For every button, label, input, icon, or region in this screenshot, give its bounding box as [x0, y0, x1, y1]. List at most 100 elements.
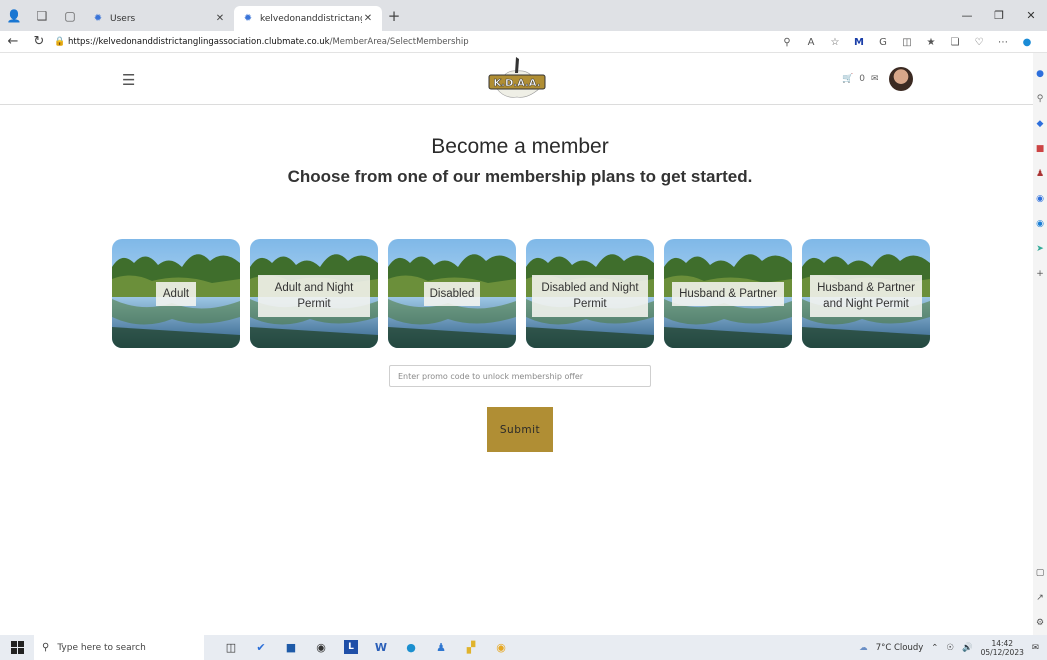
tab-users[interactable]: ✹ Users ✕ — [84, 6, 234, 31]
close-window-icon[interactable]: ✕ — [1015, 0, 1047, 31]
extension-g-icon[interactable]: G — [871, 37, 895, 48]
plan-label: Disabled — [424, 282, 480, 306]
site-favicon-icon: ✹ — [93, 13, 103, 24]
app-people-icon[interactable]: ♟ — [426, 635, 456, 660]
sidebar-settings-icon[interactable]: ⚙ — [1033, 610, 1047, 635]
url-field[interactable]: 🔒 https://kelvedonanddistrictanglingasso… — [54, 33, 764, 51]
sidebar-spacer — [1033, 286, 1047, 560]
extension-m-icon[interactable]: M — [847, 37, 871, 48]
edge-browser-icon[interactable]: ● — [396, 635, 426, 660]
browser-tab-bar: 👤 ❑ ▢ ✹ Users ✕ ✹ kelvedonanddistrictang… — [0, 0, 1047, 31]
sidebar-external-icon[interactable]: ↗ — [1033, 585, 1047, 610]
notifications-icon[interactable]: ✉ — [1032, 643, 1039, 653]
new-tab-button[interactable]: + — [382, 7, 406, 25]
page-title: Become a member — [431, 135, 609, 158]
weather-text[interactable]: 7°C Cloudy — [876, 643, 924, 653]
hamburger-menu-icon[interactable]: ☰ — [122, 71, 135, 89]
word-icon[interactable]: W — [366, 635, 396, 660]
app-briefcase-icon[interactable]: ■ — [276, 635, 306, 660]
taskbar-clock[interactable]: 14:42 05/12/2023 — [981, 639, 1024, 657]
browser-toolbar: ⚲ A ☆ M G ◫ ★ ❏ ♡ ⋯ ● — [775, 31, 1039, 53]
kdaa-logo[interactable]: K.D.A.A. — [483, 55, 551, 101]
tab-label: kelvedonanddistrictanglingassoc — [260, 13, 362, 24]
profile-icon[interactable]: 👤 — [0, 0, 28, 31]
tab-label: Users — [110, 13, 136, 24]
sidebar-send-icon[interactable]: ➤ — [1033, 236, 1047, 261]
app-chrome-icon[interactable]: ◉ — [486, 635, 516, 660]
plan-card-disabled-night[interactable]: Disabled and Night Permit — [526, 239, 654, 348]
tab-close-icon[interactable]: ✕ — [362, 13, 374, 24]
volume-icon[interactable]: 🔊 — [962, 643, 973, 653]
membership-plans: Adult Adult and Night Permit Disabled Di… — [112, 239, 930, 348]
copilot-icon[interactable]: ● — [1015, 37, 1039, 48]
plan-card-husband-partner[interactable]: Husband & Partner — [664, 239, 792, 348]
tab-actions-icon[interactable]: ▢ — [56, 0, 84, 31]
windows-start-icon[interactable] — [0, 641, 34, 654]
header-actions: 🛒 0 ✉ — [842, 67, 913, 91]
minimize-icon[interactable]: — — [951, 0, 983, 31]
app-github-icon[interactable]: ◉ — [306, 635, 336, 660]
windows-taskbar: ⚲ Type here to search ◫ ✔ ■ ◉ L W ● ♟ ▞ … — [0, 635, 1047, 660]
url-path: /MemberArea/SelectMembership — [329, 36, 469, 47]
plan-label: Husband & Partner and Night Permit — [810, 275, 922, 317]
read-aloud-icon[interactable]: A — [799, 37, 823, 48]
favorites-icon[interactable]: ★ — [919, 37, 943, 48]
page-content: ☰ K.D.A.A. 🛒 0 ✉ Become a member Choose … — [0, 53, 1033, 635]
promo-code-input[interactable] — [389, 365, 651, 387]
sidebar-outlook-icon[interactable]: ◉ — [1033, 211, 1047, 236]
basket-icon[interactable]: 🛒 — [842, 74, 853, 84]
search-page-icon[interactable]: ⚲ — [775, 37, 799, 48]
url-host: https://kelvedonanddistrictanglingassoci… — [68, 36, 330, 47]
tab-close-icon[interactable]: ✕ — [214, 13, 226, 24]
tab-kdaa[interactable]: ✹ kelvedonanddistrictanglingassoc ✕ — [234, 6, 382, 31]
sidebar-office-icon[interactable]: ◉ — [1033, 186, 1047, 211]
workspaces-icon[interactable]: ❑ — [28, 0, 56, 31]
plan-label: Adult — [156, 282, 196, 306]
more-menu-icon[interactable]: ⋯ — [991, 37, 1015, 48]
taskbar-search[interactable]: ⚲ Type here to search — [34, 635, 204, 660]
site-header: ☰ K.D.A.A. 🛒 0 ✉ — [0, 53, 1033, 105]
lock-icon[interactable]: 🔒 — [54, 37, 68, 47]
address-bar-row: ← ↻ 🔒 https://kelvedonanddistrictangling… — [0, 31, 1047, 53]
basket-count: 0 — [859, 74, 865, 84]
search-icon: ⚲ — [42, 642, 50, 653]
plan-label: Adult and Night Permit — [258, 275, 370, 317]
plan-card-adult-night[interactable]: Adult and Night Permit — [250, 239, 378, 348]
plan-card-adult[interactable]: Adult — [112, 239, 240, 348]
todo-check-icon[interactable]: ✔ — [246, 635, 276, 660]
split-screen-icon[interactable]: ◫ — [895, 37, 919, 48]
sidebar-discover-icon[interactable]: ● — [1033, 61, 1047, 86]
restore-icon[interactable]: ❐ — [983, 0, 1015, 31]
task-view-icon[interactable]: ◫ — [216, 635, 246, 660]
file-explorer-icon[interactable]: ▞ — [456, 635, 486, 660]
tray-chevron-icon[interactable]: ⌃ — [931, 643, 938, 653]
clock-date: 05/12/2023 — [980, 647, 1024, 657]
favorite-star-icon[interactable]: ☆ — [823, 37, 847, 48]
submit-button[interactable]: Submit — [487, 407, 553, 452]
user-avatar[interactable] — [888, 67, 913, 91]
clock-time: 14:42 — [991, 638, 1014, 648]
app-l-icon[interactable]: L — [344, 640, 358, 654]
taskbar-search-placeholder: Type here to search — [57, 642, 146, 653]
plan-label: Husband & Partner — [672, 282, 784, 306]
taskbar-apps: ◫ ✔ ■ ◉ L W ● ♟ ▞ ◉ — [216, 635, 516, 660]
page-subtitle: Choose from one of our membership plans … — [287, 167, 753, 186]
system-tray: ☁ 7°C Cloudy ⌃ ☉ 🔊 14:42 05/12/2023 ✉ — [859, 635, 1047, 660]
plan-label: Disabled and Night Permit — [532, 275, 648, 317]
sidebar-add-icon[interactable]: + — [1033, 261, 1047, 286]
plan-card-husband-partner-night[interactable]: Husband & Partner and Night Permit — [802, 239, 930, 348]
plan-card-disabled[interactable]: Disabled — [388, 239, 516, 348]
back-arrow-icon[interactable]: ← — [0, 34, 26, 49]
refresh-icon[interactable]: ↻ — [26, 34, 52, 49]
logo-text: K.D.A.A. — [493, 78, 540, 89]
sidebar-layout-icon[interactable]: ▢ — [1033, 560, 1047, 585]
collections-icon[interactable]: ❏ — [943, 37, 967, 48]
mail-icon[interactable]: ✉ — [871, 74, 879, 84]
sidebar-shopping-icon[interactable]: ◆ — [1033, 111, 1047, 136]
weather-icon[interactable]: ☁ — [859, 643, 868, 653]
window-controls: — ❐ ✕ — [951, 0, 1047, 31]
site-favicon-icon: ✹ — [243, 13, 253, 24]
network-icon[interactable]: ☉ — [946, 643, 954, 653]
browser-essentials-icon[interactable]: ♡ — [967, 37, 991, 48]
sidebar-search-icon[interactable]: ⚲ — [1033, 86, 1047, 111]
